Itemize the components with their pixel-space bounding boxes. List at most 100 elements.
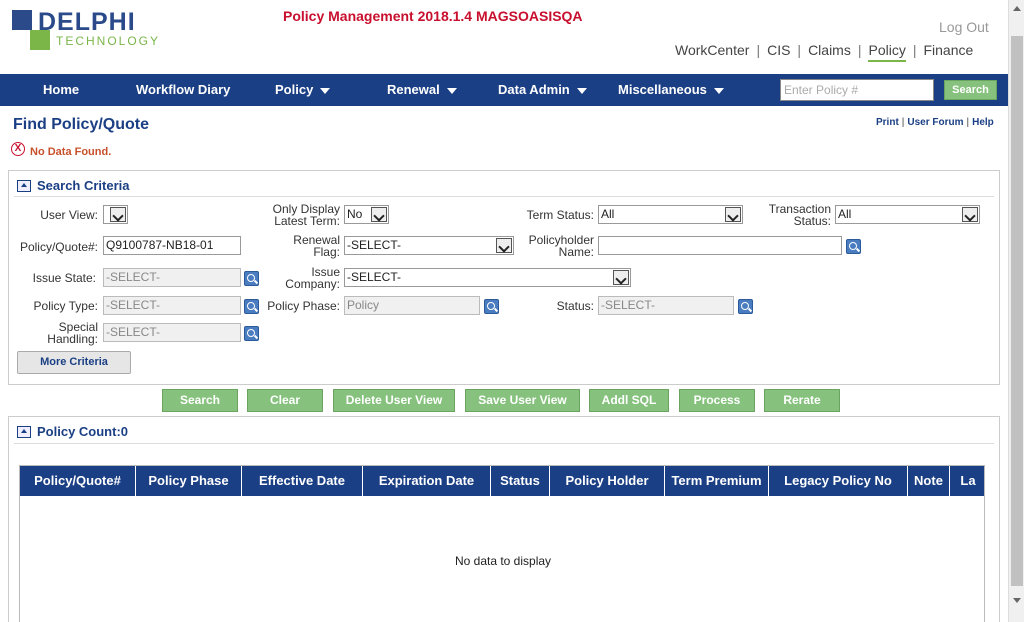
empty-state-message: No data to display	[454, 554, 552, 568]
column-header-policy-phase[interactable]: Policy Phase	[136, 466, 242, 496]
scroll-down-icon[interactable]	[1013, 598, 1021, 603]
chevron-down-icon	[613, 270, 629, 285]
renewal-flag-value: -SELECT-	[347, 238, 402, 252]
term-status-value: All	[601, 207, 615, 221]
column-header-effective-date[interactable]: Effective Date	[242, 466, 363, 496]
column-header-term-premium[interactable]: Term Premium	[665, 466, 769, 496]
scroll-up-icon[interactable]	[1013, 6, 1021, 11]
more-criteria-button[interactable]: More Criteria	[17, 351, 131, 374]
special-handling-label: Special Handling:	[20, 321, 98, 345]
issue-company-label: Issue Company:	[250, 266, 340, 290]
top-search-button[interactable]: Search	[944, 80, 997, 100]
term-status-label: Term Status:	[526, 208, 594, 222]
divider	[14, 196, 994, 197]
search-icon[interactable]	[244, 326, 259, 341]
renewal-flag-select[interactable]: -SELECT-	[344, 236, 514, 255]
help-link[interactable]: Help	[972, 117, 994, 128]
divider	[14, 443, 994, 444]
policy-type-label: Policy Type:	[33, 299, 98, 313]
column-header-la[interactable]: La	[950, 466, 984, 496]
company-logo: DELPHI TECHNOLOGY	[12, 8, 172, 52]
collapse-icon[interactable]	[17, 180, 31, 192]
issue-state-input[interactable]: -SELECT-	[103, 268, 241, 287]
status-label: Status:	[556, 299, 594, 313]
collapse-icon[interactable]	[17, 426, 31, 438]
top-nav-workcenter[interactable]: WorkCenter	[675, 42, 749, 60]
results-grid: Policy/Quote# Policy Phase Effective Dat…	[19, 465, 985, 622]
logout-link[interactable]: Log Out	[939, 19, 989, 35]
clear-button[interactable]: Clear	[247, 389, 323, 412]
search-button[interactable]: Search	[162, 389, 238, 412]
chevron-down-icon	[576, 87, 587, 94]
menu-workflow-diary[interactable]: Workflow Diary	[136, 82, 230, 97]
logo-square-blue	[12, 10, 32, 30]
only-display-select[interactable]: No	[344, 205, 389, 224]
menu-home-label: Home	[43, 82, 80, 97]
chevron-down-icon	[320, 87, 331, 94]
user-forum-link[interactable]: User Forum	[907, 117, 963, 128]
term-status-select[interactable]: All	[598, 205, 743, 224]
policyholder-name-label-line2: Name:	[558, 245, 594, 259]
column-header-legacy-policy-no[interactable]: Legacy Policy No	[769, 466, 908, 496]
menu-data-admin[interactable]: Data Admin	[498, 82, 587, 97]
only-display-label-line2: Latest Term:	[274, 214, 340, 228]
top-nav: WorkCenter | CIS | Claims | Policy | Finance	[675, 42, 973, 62]
top-nav-claims[interactable]: Claims	[808, 42, 851, 60]
column-header-status[interactable]: Status	[491, 466, 550, 496]
policyholder-name-input[interactable]	[598, 236, 842, 255]
issue-company-value: -SELECT-	[347, 270, 402, 284]
transaction-status-label: Transaction Status:	[745, 203, 831, 227]
column-header-policy-quote[interactable]: Policy/Quote#	[20, 466, 136, 496]
delete-user-view-button[interactable]: Delete User View	[333, 389, 455, 412]
menu-data-admin-label: Data Admin	[498, 82, 570, 97]
help-links: Print | User Forum | Help	[876, 117, 994, 128]
vertical-scrollbar[interactable]	[1008, 0, 1024, 622]
menu-miscellaneous[interactable]: Miscellaneous	[618, 82, 724, 97]
transaction-status-label-line2: Status:	[793, 214, 831, 228]
user-view-select[interactable]	[103, 205, 128, 224]
print-link[interactable]: Print	[876, 117, 899, 128]
chevron-down-icon	[962, 207, 978, 222]
column-header-note[interactable]: Note	[908, 466, 950, 496]
logo-text: DELPHI	[38, 8, 136, 36]
process-button[interactable]: Process	[679, 389, 755, 412]
menu-renewal[interactable]: Renewal	[387, 82, 457, 97]
user-view-label: User View:	[40, 208, 98, 222]
page-title: Find Policy/Quote	[13, 116, 150, 133]
special-handling-input[interactable]: -SELECT-	[103, 323, 241, 342]
issue-company-select[interactable]: -SELECT-	[344, 268, 631, 287]
policy-quote-input[interactable]: Q9100787-NB18-01	[103, 236, 241, 255]
issue-company-label-line2: Company:	[285, 277, 340, 291]
chevron-down-icon	[371, 207, 387, 222]
policy-phase-input[interactable]: Policy	[344, 296, 480, 315]
transaction-status-value: All	[838, 207, 852, 221]
top-nav-cis[interactable]: CIS	[767, 42, 790, 60]
error-icon: X	[11, 142, 25, 156]
rerate-button[interactable]: Rerate	[764, 389, 840, 412]
search-icon[interactable]	[484, 299, 499, 314]
policy-number-input[interactable]	[780, 79, 934, 101]
policy-phase-label: Policy Phase:	[267, 299, 340, 313]
menu-policy[interactable]: Policy	[275, 82, 331, 97]
column-header-expiration-date[interactable]: Expiration Date	[363, 466, 491, 496]
search-icon[interactable]	[846, 239, 861, 254]
grid-header: Policy/Quote# Policy Phase Effective Dat…	[20, 466, 984, 496]
transaction-status-select[interactable]: All	[835, 205, 980, 224]
save-user-view-button[interactable]: Save User View	[465, 389, 580, 412]
policy-type-input[interactable]: -SELECT-	[103, 296, 241, 315]
addl-sql-button[interactable]: Addl SQL	[589, 389, 669, 412]
issue-state-label: Issue State:	[32, 271, 96, 285]
top-nav-policy[interactable]: Policy	[868, 42, 906, 62]
scrollbar-thumb[interactable]	[1011, 36, 1023, 586]
menu-policy-label: Policy	[275, 82, 314, 97]
search-icon[interactable]	[738, 299, 753, 314]
chevron-down-icon	[110, 207, 126, 222]
top-nav-finance[interactable]: Finance	[923, 42, 973, 60]
menu-miscellaneous-label: Miscellaneous	[618, 82, 707, 97]
menu-home[interactable]: Home	[43, 82, 79, 97]
status-input[interactable]: -SELECT-	[598, 296, 734, 315]
column-header-policy-holder[interactable]: Policy Holder	[550, 466, 665, 496]
search-criteria-title: Search Criteria	[37, 178, 130, 193]
app-header: DELPHI TECHNOLOGY Policy Management 2018…	[0, 0, 1008, 74]
policy-count-title: Policy Count:0	[37, 424, 129, 439]
